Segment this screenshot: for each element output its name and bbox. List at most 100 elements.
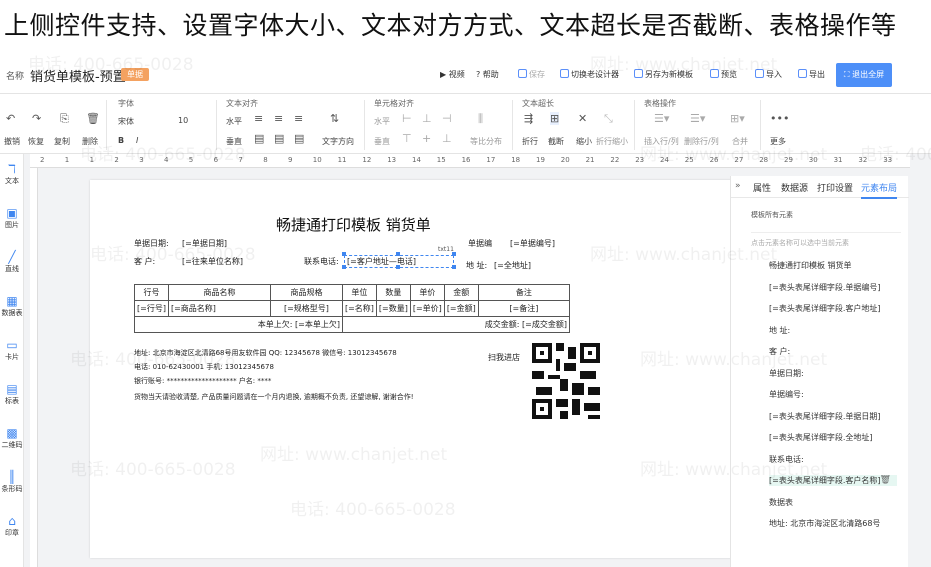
truncate-label[interactable]: 截断 — [548, 136, 564, 147]
align-right-icon[interactable]: ≡ — [294, 112, 303, 125]
header-cell[interactable]: 数量 — [375, 284, 411, 301]
italic-icon[interactable]: I — [136, 136, 138, 145]
bill-no-field[interactable]: [=单据编号] — [510, 238, 555, 249]
distribute-icon[interactable]: ⫼ — [478, 112, 483, 126]
valign-middle-icon[interactable]: ▤ — [274, 132, 284, 145]
company-phone[interactable]: 电话: 010-62430001 手机: 13012345678 — [134, 362, 274, 372]
sidebar-item-stamp[interactable]: ⌂ 印章 — [0, 514, 24, 538]
more-label[interactable]: 更多 — [770, 136, 786, 147]
sidebar-item-image[interactable]: ▣ 图片 — [0, 206, 24, 230]
cell-valign-middle-icon[interactable]: + — [422, 132, 431, 145]
merge-label[interactable]: 合并 — [732, 136, 748, 147]
body-cell[interactable]: [=单价] — [409, 300, 445, 317]
element-list-item[interactable]: 数据表 — [769, 497, 897, 508]
header-cell[interactable]: 备注 — [477, 284, 571, 301]
shrink-icon[interactable]: ✕ — [578, 112, 587, 125]
footer-cell[interactable]: 成交金额: [=成交金额] — [341, 316, 571, 333]
cell-valign-top-icon[interactable]: ⊤ — [402, 132, 412, 145]
align-center-icon[interactable]: ≡ — [274, 112, 283, 125]
goods-table[interactable]: 行号 商品名称 商品规格 单位 数量 单价 金额 备注 [=行号] [=商品名称… — [134, 284, 571, 333]
copy-icon[interactable]: ⎘ — [60, 112, 69, 126]
element-list-item[interactable]: 地址: 北京市海淀区北清路68号 — [769, 518, 897, 529]
address-label[interactable]: 地 址: — [466, 260, 487, 271]
selection-handle[interactable] — [396, 252, 400, 256]
wrap-shrink-label[interactable]: 折行缩小 — [596, 136, 628, 147]
valign-top-icon[interactable]: ▤ — [254, 132, 264, 145]
sidebar-item-line[interactable]: ╱ 直线 — [0, 250, 24, 274]
canvas-title[interactable]: 畅捷通打印模板 销货单 — [276, 214, 431, 235]
element-list-item[interactable]: 联系电话: — [769, 454, 897, 465]
body-cell[interactable]: [=备注] — [477, 300, 571, 317]
sidebar-item-text[interactable]: ℸ 文本 — [0, 162, 24, 186]
merge-icon[interactable]: ⊞▾ — [730, 112, 745, 125]
save-button[interactable]: 保存 — [518, 69, 545, 80]
undo-icon[interactable]: ↶ — [6, 112, 15, 125]
wrap-label[interactable]: 折行 — [522, 136, 538, 147]
header-cell[interactable]: 金额 — [443, 284, 479, 301]
element-list-item[interactable]: [=表头表尾详细字段.单据编号] — [769, 282, 897, 293]
cell-align-right-icon[interactable]: ⊣ — [442, 112, 452, 125]
delete-row-icon[interactable]: ☰▾ — [690, 112, 705, 125]
selection-handle[interactable] — [452, 265, 456, 269]
body-cell[interactable]: [=行号] — [134, 300, 169, 317]
shrink-label[interactable]: 缩小 — [576, 136, 592, 147]
element-list-item[interactable]: 客 户: — [769, 346, 897, 357]
sidebar-item-barcode[interactable]: ║ 条形码 — [0, 470, 24, 494]
save-as-button[interactable]: 另存为新模板 — [634, 69, 693, 80]
company-address[interactable]: 地址: 北京市海淀区北清路68号用友软件园 QQ: 12345678 微信号: … — [134, 348, 397, 358]
exit-fullscreen-button[interactable]: ⛶ 退出全屏 — [836, 63, 892, 87]
date-field[interactable]: [=单据日期] — [182, 238, 227, 249]
video-button[interactable]: ▶ 视频 — [440, 69, 465, 80]
wrap-shrink-icon[interactable]: ⤡ — [604, 112, 613, 126]
address-field[interactable]: [=全地址] — [494, 260, 531, 271]
body-cell[interactable]: [=名称] — [341, 300, 377, 317]
font-name-select[interactable]: 宋体 — [118, 116, 134, 127]
element-list-item[interactable]: 单据编号: — [769, 389, 897, 400]
bold-icon[interactable]: B — [118, 136, 124, 145]
align-left-icon[interactable]: ≡ — [254, 112, 263, 125]
selection-handle[interactable] — [342, 265, 346, 269]
selection-handle[interactable] — [396, 265, 400, 269]
header-cell[interactable]: 行号 — [134, 284, 169, 301]
copy-label[interactable]: 复制 — [54, 136, 70, 147]
delete-label[interactable]: 删除 — [82, 136, 98, 147]
text-direction-label[interactable]: 文字方向 — [322, 136, 354, 147]
insert-label[interactable]: 插入行/列 — [644, 136, 679, 147]
element-list-item[interactable]: 单据日期: — [769, 368, 897, 379]
body-cell[interactable]: [=数量] — [375, 300, 411, 317]
tab-properties[interactable]: 属性 — [753, 181, 771, 194]
header-cell[interactable]: 商品名称 — [167, 284, 271, 301]
footer-cell[interactable]: 本单上欠: [=本单上欠] — [134, 316, 343, 333]
cell-valign-bottom-icon[interactable]: ⊥ — [442, 132, 452, 145]
tab-datasource[interactable]: 数据源 — [781, 181, 808, 194]
wrap-icon[interactable]: ⇶ — [524, 112, 533, 125]
insert-row-icon[interactable]: ☰▾ — [654, 112, 669, 125]
template-name[interactable]: 销货单模板-预置 — [30, 66, 126, 85]
element-list-item[interactable]: 畅捷通打印模板 销货单 — [769, 260, 897, 271]
customer-label[interactable]: 客 户: — [134, 256, 155, 267]
redo-icon[interactable]: ↷ — [32, 112, 41, 125]
header-cell[interactable]: 商品规格 — [269, 284, 343, 301]
valign-bottom-icon[interactable]: ▤ — [294, 132, 304, 145]
scan-label[interactable]: 扫我进店 — [488, 352, 520, 363]
customer-field[interactable]: [=往来单位名称] — [182, 256, 243, 267]
import-button[interactable]: 导入 — [755, 69, 782, 80]
element-list-item[interactable]: [=表头表尾详细字段.客户名称] 🗑 — [769, 475, 897, 486]
distribute-label[interactable]: 等比分布 — [470, 136, 502, 147]
more-icon[interactable]: ••• — [770, 112, 789, 125]
export-button[interactable]: 导出 — [798, 69, 825, 80]
element-list-item[interactable]: [=表头表尾详细字段.单据日期] — [769, 411, 897, 422]
element-list-item[interactable]: [=表头表尾详细字段.全地址] — [769, 432, 897, 443]
phone-label[interactable]: 联系电话: — [304, 256, 339, 267]
switch-designer-button[interactable]: 切换老设计器 — [560, 69, 619, 80]
trash-icon[interactable]: 🗑 — [86, 112, 100, 125]
truncate-icon[interactable]: ⊞ — [550, 112, 560, 125]
header-cell[interactable]: 单位 — [341, 284, 377, 301]
help-button[interactable]: ? 帮助 — [476, 69, 499, 80]
sidebar-item-card[interactable]: ▭ 卡片 — [0, 338, 24, 362]
sidebar-item-table[interactable]: ▦ 数据表 — [0, 294, 24, 318]
preview-button[interactable]: 预览 — [710, 69, 737, 80]
date-label[interactable]: 单据日期: — [134, 238, 169, 249]
trash-icon[interactable]: 🗑 — [880, 475, 891, 485]
collapse-icon[interactable]: » — [735, 181, 741, 191]
